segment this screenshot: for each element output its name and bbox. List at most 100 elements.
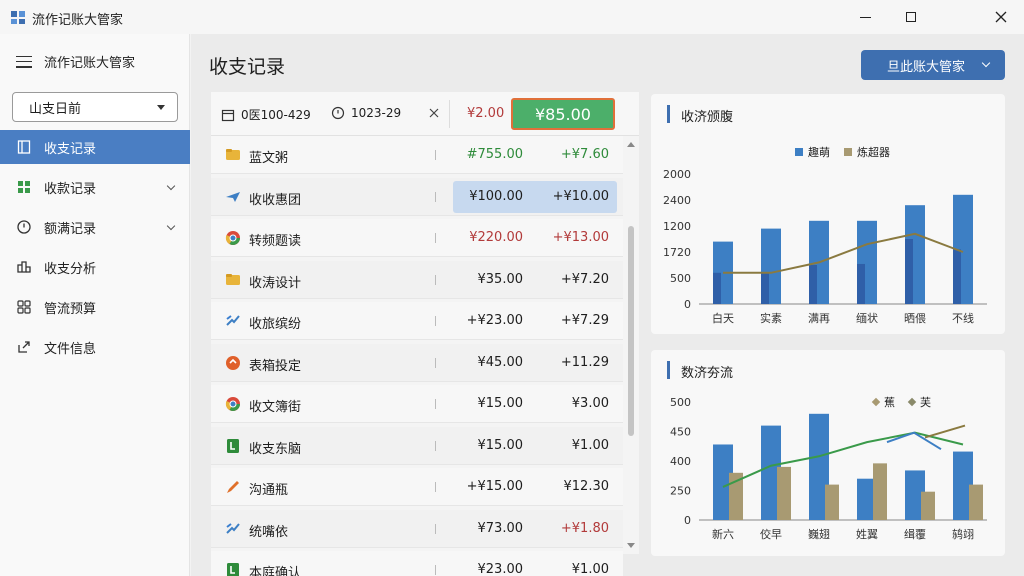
- x-tick-label: 不线: [952, 311, 974, 325]
- row-amount: +¥23.00: [466, 313, 523, 328]
- row-amount: ¥220.00: [469, 230, 523, 245]
- row-separator: [435, 482, 436, 492]
- chart-bar: [777, 466, 791, 520]
- minimize-icon: [859, 16, 871, 18]
- filter-bar: 0医100-429 1023-29 ¥2.00 ¥85.00: [211, 92, 639, 136]
- row-amount: ¥15.00: [477, 437, 524, 453]
- row-name: 表箱投定: [249, 358, 302, 374]
- row-amount: #755.00: [466, 147, 523, 162]
- maximize-button[interactable]: [888, 0, 934, 34]
- table-row[interactable]: 收文簿街 ¥15.00 ¥3.00: [211, 385, 623, 423]
- scrollbar[interactable]: [623, 136, 639, 554]
- table-row[interactable]: 统嘴依 ¥73.00 +¥1.80: [211, 509, 623, 548]
- title-bar: 流作记账大管家: [0, 0, 1024, 34]
- chart-bar: [857, 263, 865, 304]
- scroll-down-icon[interactable]: [627, 543, 635, 548]
- table-row[interactable]: 收涛设计 ¥35.00 +¥7.20: [211, 260, 623, 299]
- x-tick-label: 实素: [760, 311, 782, 325]
- scroll-thumb[interactable]: [628, 226, 634, 436]
- date-from-filter[interactable]: 0医100-429: [221, 106, 311, 123]
- filter-divider: [449, 100, 450, 128]
- minimize-button[interactable]: [842, 0, 888, 34]
- table-row[interactable]: 收支东脑 ¥15.00 ¥1.00: [211, 426, 623, 465]
- x-tick-label: 缉覆: [904, 528, 926, 541]
- export-icon: [18, 341, 30, 353]
- y-tick-label: 2400: [663, 194, 691, 207]
- account-manager-button[interactable]: 旦此账大管家: [861, 50, 1005, 80]
- y-tick-label: 400: [670, 455, 691, 468]
- table-row[interactable]: 本庭确认 ¥23.00 ¥1.00: [211, 551, 623, 576]
- chart-line: [723, 232, 964, 274]
- grid-icon: [18, 181, 30, 193]
- chevron-down-icon: [157, 105, 165, 110]
- y-tick-label: 0: [684, 298, 691, 311]
- arrows-icon: [226, 522, 240, 534]
- chrome-icon: [225, 231, 240, 245]
- sidebar-item-label: 管流预算: [44, 301, 97, 317]
- bar-chart-top: 2000 2400 1200 1720 500 0 白天 实素 满再 缅状 晒偎 不线: [663, 168, 987, 325]
- y-tick-label: 0: [684, 514, 691, 527]
- sheet-icon: [227, 563, 239, 576]
- date-to-value: 1023-29: [351, 106, 402, 120]
- account-select[interactable]: 山支日前: [12, 92, 178, 122]
- table-row[interactable]: 表箱投定 ¥45.00 +11.29: [211, 343, 623, 382]
- row-amount: ¥35.00: [477, 271, 524, 287]
- table-row[interactable]: 蓝文粥 #755.00 +¥7.60: [211, 136, 623, 174]
- table-row[interactable]: 收收惠团 ¥100.00 +¥10.00: [211, 177, 623, 216]
- table-row[interactable]: 沟通瓶 +¥15.00 ¥12.30: [211, 468, 623, 506]
- chart-card-top: 收济颁腹 趣萌 炼超器 2000 2400 1200 1720 500 0 白天 实素 满再 缅状…: [651, 94, 1005, 334]
- chart-line: [924, 424, 966, 439]
- bar-chart-bottom: 500 450 400 250 0 新六 佼早 巍翅 姓翼 缉覆 鸫翊: [670, 396, 987, 541]
- scroll-up-icon[interactable]: [627, 142, 635, 147]
- app-logo-icon: [11, 11, 25, 24]
- sidebar-item-budget[interactable]: 管流预算: [0, 290, 190, 324]
- chrome-icon: [225, 397, 240, 411]
- sidebar-item-label: 额满记录: [44, 221, 97, 237]
- income-total-badge: ¥85.00: [511, 98, 615, 130]
- x-tick-label: 鸫翊: [952, 527, 974, 541]
- chart-bar: [713, 272, 721, 304]
- row-name: 收文簿街: [249, 400, 302, 415]
- sidebar-item-records[interactable]: 收支记录: [0, 130, 190, 164]
- y-tick-label: 1720: [663, 246, 691, 259]
- x-tick-label: 晒偎: [904, 311, 926, 325]
- chevron-down-icon: [166, 221, 176, 231]
- row-separator: [435, 523, 436, 534]
- folder-icon: [226, 273, 240, 285]
- table-row[interactable]: 收旅缤纷 +¥23.00 +¥7.29: [211, 302, 623, 340]
- row-separator: [435, 233, 436, 243]
- row-separator: [435, 191, 436, 202]
- row-delta: ¥12.30: [563, 479, 610, 494]
- y-tick-label: 2000: [663, 168, 691, 181]
- sidebar: 流作记账大管家 山支日前 收支记录 收款记录 额满记录 收支分析 管流预算 文件…: [0, 34, 190, 576]
- row-separator: [435, 150, 436, 160]
- row-delta: ¥1.00: [571, 437, 609, 453]
- sidebar-item-analysis[interactable]: 收支分析: [0, 250, 190, 284]
- table-row[interactable]: 转频题读 ¥220.00 +¥13.00: [211, 219, 623, 257]
- hamburger-icon[interactable]: [16, 55, 32, 68]
- chart-bar: [921, 491, 935, 520]
- plane-icon: [226, 191, 240, 202]
- chart-bar: [761, 272, 769, 304]
- sidebar-item-income[interactable]: 收款记录: [0, 170, 190, 204]
- date-to-filter[interactable]: 1023-29: [331, 106, 401, 120]
- sidebar-app-name: 流作记账大管家: [44, 56, 136, 71]
- row-delta: +¥13.00: [552, 230, 609, 245]
- close-button[interactable]: [978, 0, 1024, 34]
- close-icon: [995, 11, 1007, 23]
- row-delta: +¥10.00: [552, 188, 609, 204]
- window-title: 流作记账大管家: [32, 13, 124, 28]
- sidebar-item-history[interactable]: 额满记录: [0, 210, 190, 244]
- sheet-icon: [227, 438, 239, 453]
- sidebar-header: 流作记账大管家: [16, 52, 135, 71]
- chart-bar: [873, 463, 887, 520]
- row-delta: ¥3.00: [571, 396, 609, 411]
- row-delta: +¥7.29: [560, 313, 609, 328]
- row-name: 沟通瓶: [249, 483, 289, 498]
- row-name: 蓝文粥: [249, 151, 289, 166]
- chevron-down-icon: [166, 181, 176, 191]
- clear-filter-button[interactable]: [429, 102, 439, 122]
- row-name: 转频题读: [249, 234, 302, 249]
- sidebar-item-label: 收支分析: [44, 261, 97, 277]
- sidebar-item-export[interactable]: 文件信息: [0, 330, 190, 364]
